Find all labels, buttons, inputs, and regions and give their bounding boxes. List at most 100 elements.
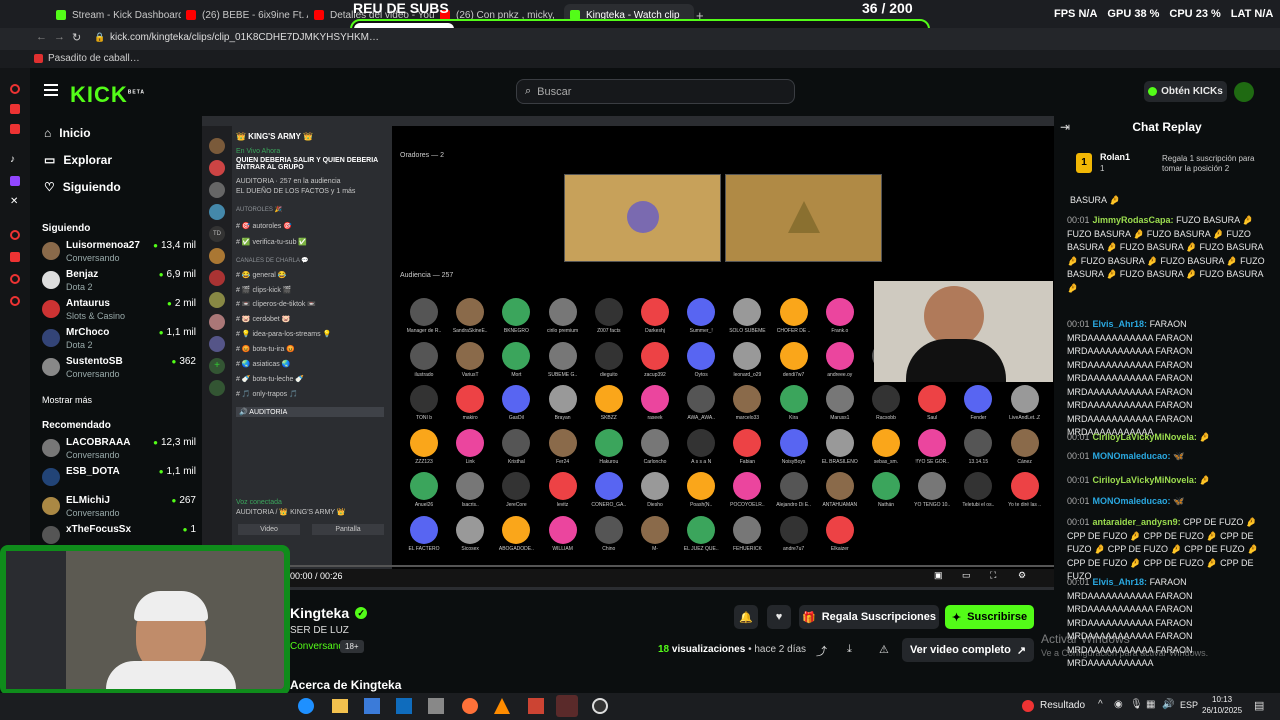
discord-channel[interactable]: # 🎯 autoroles 🎯	[236, 222, 292, 230]
speaker-tile[interactable]	[564, 174, 721, 262]
discord-channel[interactable]: # 🌏 asiaticas 🌏	[236, 360, 290, 368]
audience-member[interactable]: WILLIAM	[543, 515, 583, 558]
audience-member[interactable]: ilustrado	[404, 341, 444, 384]
add-server-icon[interactable]: +	[209, 358, 225, 374]
audience-member[interactable]: Fabian	[727, 428, 767, 471]
discord-channel[interactable]: # 🐷 cerdobet 🐷	[236, 315, 290, 323]
about-tab[interactable]: Acerca de Kingteka	[290, 678, 401, 692]
file-explorer-icon[interactable]	[332, 699, 348, 713]
notifications-button[interactable]: 🔔	[734, 605, 758, 629]
discord-channel[interactable]: # 📼 cliperos-de-tiktok 📼	[236, 300, 316, 308]
chat-username[interactable]: Elvis_Ahr18:	[1093, 319, 1148, 329]
audience-member[interactable]: dieguito	[589, 341, 629, 384]
chat-username[interactable]: Elvis_Ahr18:	[1093, 577, 1148, 587]
audience-member[interactable]: Elkaizer	[820, 515, 860, 558]
url-field[interactable]: kick.com/kingteka/clips/clip_01K8CDHE7DJ…	[110, 32, 379, 43]
discord-channel[interactable]: # ✅ verifica-tu-sub ✅	[236, 238, 307, 246]
audience-member[interactable]: EL BRASILEÑO	[820, 428, 860, 471]
firefox-icon[interactable]	[462, 698, 478, 714]
audience-member[interactable]: Carloncho	[635, 428, 675, 471]
app-icon[interactable]	[428, 698, 444, 714]
audience-member[interactable]: !!YO SE GOR..	[912, 428, 952, 471]
audience-member[interactable]: Anuel26	[404, 472, 444, 514]
audience-member[interactable]: A s s a N	[681, 428, 721, 471]
bookmark-item[interactable]: Pasadito de caball…	[48, 53, 140, 64]
channel-category-header[interactable]: AUTOROLES 🎉	[236, 206, 282, 213]
store-icon[interactable]	[364, 698, 380, 714]
outlook-icon[interactable]	[396, 698, 412, 714]
audience-member[interactable]: AWA_AWA..	[681, 385, 721, 427]
audience-member[interactable]: SKBZZ	[589, 385, 629, 427]
audience-member[interactable]: Alejandro Di E..	[774, 472, 814, 514]
x-icon[interactable]: ✕	[10, 196, 18, 207]
server-icon[interactable]	[209, 292, 225, 308]
audience-member[interactable]: Sicosex	[450, 515, 490, 558]
opera-icon[interactable]	[10, 84, 20, 94]
download-icon[interactable]: ⤓	[847, 643, 852, 656]
discord-channel[interactable]: # 🍼 bota-tu-leche 🍼	[236, 375, 304, 383]
sidebar-channel[interactable]: SustentoSB Conversando 362	[38, 354, 196, 382]
nav-explore[interactable]: ▭ Explorar	[44, 153, 112, 167]
network-icon[interactable]: ▦	[1146, 699, 1155, 710]
chat-username[interactable]: MONOmaleducao:	[1093, 496, 1171, 506]
app-icon[interactable]	[10, 230, 20, 240]
audience-member[interactable]: leonard_o29	[727, 341, 767, 384]
audience-member[interactable]: zacup392	[635, 341, 675, 384]
voice-video-button[interactable]: Video	[238, 524, 300, 535]
settings-icon[interactable]: ⚙	[1018, 570, 1026, 581]
audience-member[interactable]: Diesho	[635, 472, 675, 514]
audience-member[interactable]: CHOFER DE ..	[774, 298, 814, 340]
audience-member[interactable]: Darkeshj	[635, 298, 675, 340]
audience-member[interactable]: dendi7w7	[774, 341, 814, 384]
audience-member[interactable]: LiveAndLet..Z	[1005, 385, 1045, 427]
back-icon[interactable]: ←	[36, 31, 47, 43]
audience-member[interactable]: marcelo33	[727, 385, 767, 427]
kick-logo[interactable]: KICKBETA	[70, 82, 145, 108]
audience-member[interactable]: M-	[635, 515, 675, 558]
server-icon[interactable]	[209, 270, 225, 286]
audience-member[interactable]: Teletubi el os..	[958, 472, 998, 514]
sidebar-channel[interactable]: MrChoco Dota 2 1,1 mil	[38, 325, 196, 353]
audience-member[interactable]: Brayan	[543, 385, 583, 427]
tray-app-icon[interactable]: ◉	[1114, 699, 1123, 710]
share-icon[interactable]: ⤴	[816, 643, 827, 659]
chat-username[interactable]: antaraider_andysn9:	[1093, 517, 1181, 527]
theater-mode-icon[interactable]: ▭	[962, 570, 971, 581]
audience-member[interactable]: Poash(N..	[681, 472, 721, 514]
gift-subs-button[interactable]: 🎁 Regala Suscripciones	[799, 605, 939, 629]
audience-member[interactable]: Isacris..	[450, 472, 490, 514]
speaker-tile[interactable]	[725, 174, 882, 262]
vlc-icon[interactable]	[494, 698, 510, 714]
audience-member[interactable]: Maruss1	[820, 385, 860, 427]
audience-member[interactable]: Frank.o	[820, 298, 860, 340]
server-icon[interactable]	[209, 314, 225, 330]
chat-username[interactable]: CiriloyLaVickyMiNovela:	[1093, 432, 1197, 442]
tray-chevron-icon[interactable]: ^	[1098, 699, 1103, 710]
sidebar-channel[interactable]: Luisormenoa27 Conversando 13,4 mil	[38, 238, 196, 266]
audience-member[interactable]: Nathán	[866, 472, 906, 514]
audience-member[interactable]: Fer24	[543, 428, 583, 471]
show-more-link[interactable]: Mostrar más	[42, 395, 92, 405]
microphone-icon[interactable]: 🎙	[1130, 699, 1143, 710]
audience-member[interactable]: BKNEGRO	[496, 298, 536, 340]
sidebar-channel[interactable]: Benjaz Dota 2 6,9 mil	[38, 267, 196, 295]
audience-member[interactable]: sebas_sm.	[866, 428, 906, 471]
clip-icon[interactable]: ▣	[934, 570, 943, 581]
nav-following[interactable]: ♡ Siguiendo	[44, 180, 121, 194]
discord-channel[interactable]: # 🎬 clips-kick 🎬	[236, 286, 292, 294]
audience-member[interactable]: raseek	[635, 385, 675, 427]
search-input[interactable]: ⌕ Buscar	[516, 79, 795, 104]
server-icon[interactable]	[209, 160, 225, 176]
server-icon[interactable]	[209, 182, 225, 198]
audience-member[interactable]: SOLO SUBEME	[727, 298, 767, 340]
audience-member[interactable]: YO TENGO 10..	[912, 472, 952, 514]
audience-member[interactable]: FEHUERICK	[727, 515, 767, 558]
audience-member[interactable]: ABOGADODE..	[496, 515, 536, 558]
audience-member[interactable]: cirilo premium	[543, 298, 583, 340]
channel-category-header[interactable]: CANALES DE CHARLA 💬	[236, 257, 309, 264]
discord-channel[interactable]: # 😂 general 😂	[236, 271, 287, 279]
app-icon[interactable]	[10, 124, 20, 134]
discord-channel[interactable]: # 💡 idea-para-los-streams 💡	[236, 330, 331, 338]
edge-icon[interactable]	[298, 698, 314, 714]
server-icon[interactable]: TD	[209, 226, 225, 242]
